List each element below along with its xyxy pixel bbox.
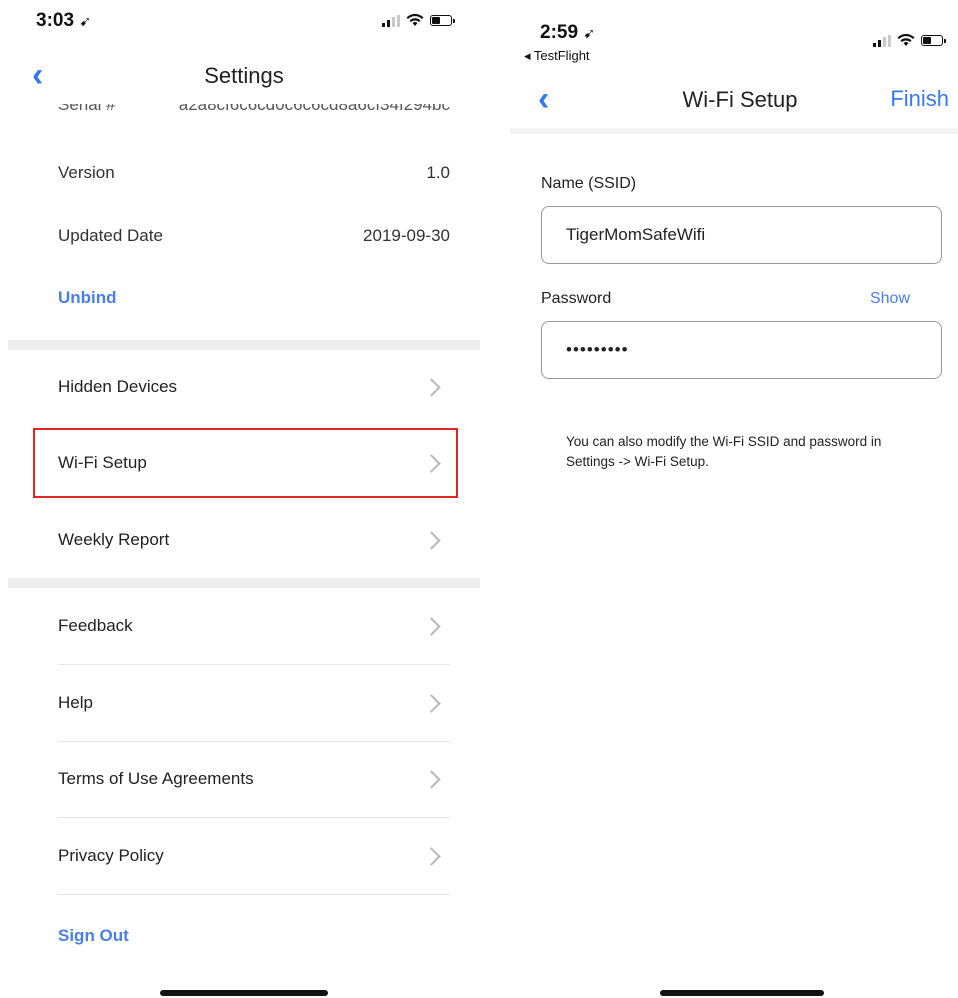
status-icons [382,14,455,27]
cellular-signal-icon [873,34,891,47]
list-item-privacy-policy[interactable]: Privacy Policy [58,818,450,895]
serial-row-clip: Serial # a2a8cf6c6cd0c6c6cd8a6cf34f294bc [0,104,480,116]
list-item-terms[interactable]: Terms of Use Agreements [58,741,450,818]
home-indicator[interactable] [660,990,824,996]
page-title: Wi-Fi Setup [682,87,798,112]
page-title: Settings [204,63,284,88]
settings-screen: 3:03 ➹ ‹ Settings Serial # a2a8cf6c6cd0c… [0,0,480,998]
home-indicator[interactable] [160,990,328,996]
battery-icon [430,15,455,26]
list-item-feedback[interactable]: Feedback [58,588,450,665]
highlight-annotation [33,428,458,498]
wifi-setup-screen: 2:59 ➹ ◂ TestFlight ‹ Wi-Fi Setup Finish… [510,0,958,998]
battery-icon [921,35,946,46]
status-time-text: 2:59 [540,22,579,43]
password-field[interactable]: ••••••••• [541,321,942,379]
version-value: 1.0 [426,163,450,182]
password-value: ••••••••• [566,340,629,359]
list-item-weekly-report[interactable]: Weekly Report [58,502,450,578]
serial-value: a2a8cf6c6cd0c6c6cd8a6cf34f294bc [178,104,450,114]
chevron-right-icon [422,693,441,713]
version-row: Version 1.0 [58,163,450,183]
back-to-testflight-link[interactable]: ◂ TestFlight [524,48,590,64]
list-item-label: Feedback [58,616,133,635]
wifi-icon [406,14,424,26]
status-time: 2:59 ➹ [540,22,595,44]
nav-divider [510,128,958,134]
chevron-right-icon [422,616,441,636]
ssid-label: Name (SSID) [541,175,637,192]
status-icons [873,34,946,47]
wifi-icon [897,34,915,46]
updated-date-value: 2019-09-30 [363,226,450,245]
ssid-field[interactable]: TigerMomSafeWifi [541,206,942,264]
location-arrow-icon: ➹ [79,13,92,29]
status-time-text: 3:03 [36,10,75,31]
chevron-right-icon [422,377,441,397]
list-item-help[interactable]: Help [58,665,450,742]
serial-label: Serial # [58,104,116,114]
sign-out-button[interactable]: Sign Out [58,926,129,946]
list-item-label: Help [58,693,93,712]
serial-row: Serial # a2a8cf6c6cd0c6c6cd8a6cf34f294bc [58,104,450,115]
password-label: Password [541,290,612,307]
status-time: 3:03 ➹ [36,10,91,32]
ssid-value: TigerMomSafeWifi [566,225,706,244]
cellular-signal-icon [382,14,400,27]
finish-button[interactable]: Finish [890,86,949,112]
list-item-hidden-devices[interactable]: Hidden Devices [58,349,450,425]
chevron-right-icon [422,530,441,550]
updated-date-label: Updated Date [58,226,163,245]
back-button[interactable]: ‹ [538,82,549,116]
section-divider [8,578,480,588]
version-label: Version [58,163,115,182]
list-item-label: Weekly Report [58,530,170,549]
updated-date-row: Updated Date 2019-09-30 [58,226,450,246]
list-item-label: Privacy Policy [58,846,164,865]
chevron-right-icon [422,846,441,866]
list-item-label: Hidden Devices [58,377,178,396]
chevron-right-icon [422,769,441,789]
help-note: You can also modify the Wi-Fi SSID and p… [566,434,882,469]
unbind-button[interactable]: Unbind [58,288,117,308]
location-arrow-icon: ➹ [583,25,596,41]
show-password-button[interactable]: Show [870,290,910,308]
list-item-label: Terms of Use Agreements [58,769,254,788]
